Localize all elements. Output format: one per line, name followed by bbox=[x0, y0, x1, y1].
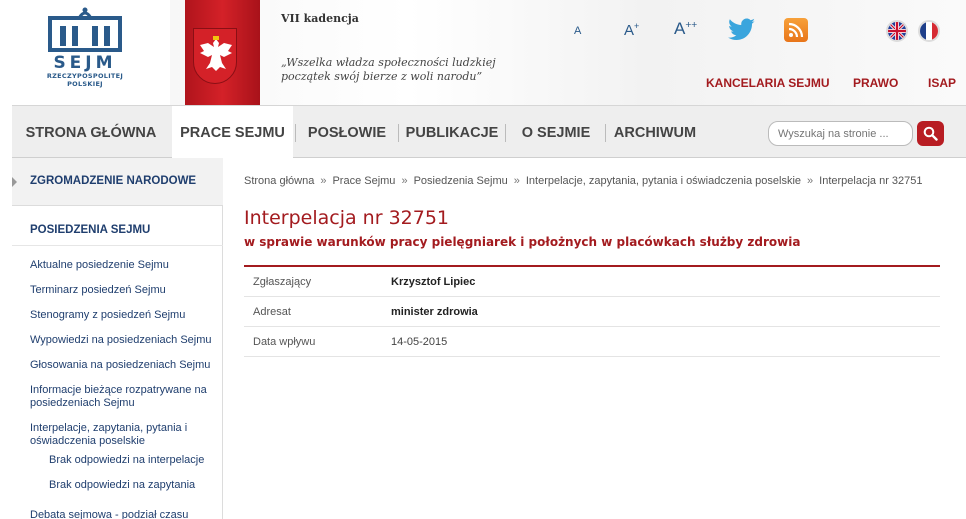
detail-label: Zgłaszający bbox=[253, 276, 312, 288]
nav-poslowie[interactable]: POSŁOWIE bbox=[298, 106, 396, 158]
breadcrumb-item[interactable]: Posiedzenia Sejmu bbox=[414, 175, 508, 187]
detail-value: 14-05-2015 bbox=[391, 336, 448, 348]
lang-en-flag-icon[interactable] bbox=[886, 20, 908, 42]
twitter-icon[interactable] bbox=[728, 18, 756, 42]
isap-link[interactable]: ISAP bbox=[928, 76, 956, 90]
sidebar-link[interactable]: Terminarz posiedzeń Sejmu bbox=[30, 284, 215, 297]
sidebar-sublink[interactable]: Brak odpowiedzi na interpelacje bbox=[49, 454, 234, 467]
search-icon bbox=[923, 126, 938, 141]
detail-row-data-wplywu: Data wpływu 14-05-2015 bbox=[244, 327, 940, 357]
detail-row-adresat: Adresat minister zdrowia bbox=[244, 297, 940, 327]
logo-subtext-2: POLSKIEJ bbox=[67, 80, 103, 88]
main-nav: STRONA GŁÓWNA PRACE SEJMU POSŁOWIE PUBLI… bbox=[12, 105, 966, 159]
detail-value: Krzysztof Lipiec bbox=[391, 276, 476, 288]
search-button[interactable] bbox=[917, 121, 944, 146]
motto-line-2: początek swój bierze z woli narodu” bbox=[281, 70, 483, 83]
white-eagle-icon bbox=[200, 36, 232, 71]
sidebar-link[interactable]: Aktualne posiedzenie Sejmu bbox=[30, 259, 215, 272]
breadcrumb-separator: » bbox=[401, 175, 408, 187]
font-size-normal-button[interactable]: A bbox=[574, 25, 581, 37]
breadcrumb-item[interactable]: Interpelacje, zapytania, pytania i oświa… bbox=[526, 175, 801, 187]
font-size-xlarge-button[interactable]: A++ bbox=[674, 19, 697, 39]
breadcrumb-item[interactable]: Strona główna bbox=[244, 175, 314, 187]
nav-separator bbox=[605, 124, 606, 142]
search-input[interactable] bbox=[768, 121, 913, 146]
nav-publikacje[interactable]: PUBLIKACJE bbox=[401, 106, 503, 158]
sidebar-item-label: ZGROMADZENIE NARODOWE bbox=[30, 175, 197, 187]
sidebar-sublink[interactable]: Brak odpowiedzi na zapytania bbox=[49, 479, 234, 492]
prawo-link[interactable]: PRAWO bbox=[853, 76, 898, 90]
sidebar-item-zgromadzenie[interactable]: ZGROMADZENIE NARODOWE bbox=[12, 158, 223, 206]
sidebar-link[interactable]: Stenogramy z posiedzeń Sejmu bbox=[30, 309, 215, 322]
sidebar-link[interactable]: Debata sejmowa - podział czasu bbox=[30, 509, 215, 519]
sidebar-section-title[interactable]: POSIEDZENIA SEJMU bbox=[30, 224, 150, 236]
logo-subtext-1: RZECZYPOSPOLITEJ bbox=[46, 72, 124, 80]
page-subtitle: w sprawie warunków pracy pielęgniarek i … bbox=[244, 235, 801, 249]
site-header: SEJM RZECZYPOSPOLITEJ POLSKIEJ VII kaden… bbox=[0, 0, 966, 105]
breadcrumb-separator: » bbox=[320, 175, 327, 187]
kadencja-label: VII kadencja bbox=[281, 12, 359, 25]
lang-fr-flag-icon[interactable] bbox=[918, 20, 940, 42]
font-size-large-button[interactable]: A+ bbox=[624, 21, 639, 39]
sidebar-link[interactable]: Wypowiedzi na posiedzeniach Sejmu bbox=[30, 334, 215, 347]
motto-line-1: „Wszelka władza społeczności ludzkiej bbox=[281, 56, 496, 69]
sidebar-link[interactable]: Głosowania na posiedzeniach Sejmu bbox=[30, 359, 215, 372]
breadcrumb: Strona główna » Prace Sejmu » Posiedzenia Se… bbox=[244, 175, 923, 187]
nav-o-sejmie[interactable]: O SEJMIE bbox=[508, 106, 604, 158]
sidebar-link[interactable]: Informacje bieżące rozpatrywane na posie… bbox=[30, 384, 215, 410]
nav-archiwum[interactable]: ARCHIWUM bbox=[608, 106, 702, 158]
breadcrumb-separator: » bbox=[513, 175, 520, 187]
breadcrumb-separator: » bbox=[807, 175, 814, 187]
divider bbox=[12, 245, 223, 246]
nav-strona-glowna[interactable]: STRONA GŁÓWNA bbox=[20, 106, 162, 158]
detail-row-zglaszajacy: Zgłaszający Krzysztof Lipiec bbox=[244, 267, 940, 297]
kancelaria-link[interactable]: KANCELARIA SEJMU bbox=[706, 76, 830, 90]
nav-separator bbox=[505, 124, 506, 142]
sejm-building-icon bbox=[48, 7, 122, 52]
eagle-banner bbox=[185, 0, 260, 105]
sidebar-link[interactable]: Interpelacje, zapytania, pytania i oświa… bbox=[30, 422, 215, 448]
nav-separator bbox=[295, 124, 296, 142]
triangle-right-icon bbox=[12, 177, 17, 187]
polish-coat-of-arms bbox=[193, 28, 237, 84]
logo-text: SEJM bbox=[53, 53, 117, 73]
sidebar: ZGROMADZENIE NARODOWE POSIEDZENIA SEJMU … bbox=[12, 158, 223, 519]
sejm-logo[interactable]: SEJM RZECZYPOSPOLITEJ POLSKIEJ bbox=[40, 6, 130, 98]
rss-icon[interactable] bbox=[784, 18, 808, 42]
detail-label: Data wpływu bbox=[253, 336, 316, 348]
breadcrumb-current: Interpelacja nr 32751 bbox=[819, 175, 923, 187]
nav-prace-sejmu[interactable]: PRACE SEJMU bbox=[172, 106, 293, 159]
motto-text: „Wszelka władza społeczności ludzkiej po… bbox=[281, 56, 521, 84]
page-title: Interpelacja nr 32751 bbox=[244, 207, 450, 229]
detail-label: Adresat bbox=[253, 306, 291, 318]
detail-value: minister zdrowia bbox=[391, 306, 478, 318]
nav-separator bbox=[398, 124, 399, 142]
breadcrumb-item[interactable]: Prace Sejmu bbox=[332, 175, 395, 187]
